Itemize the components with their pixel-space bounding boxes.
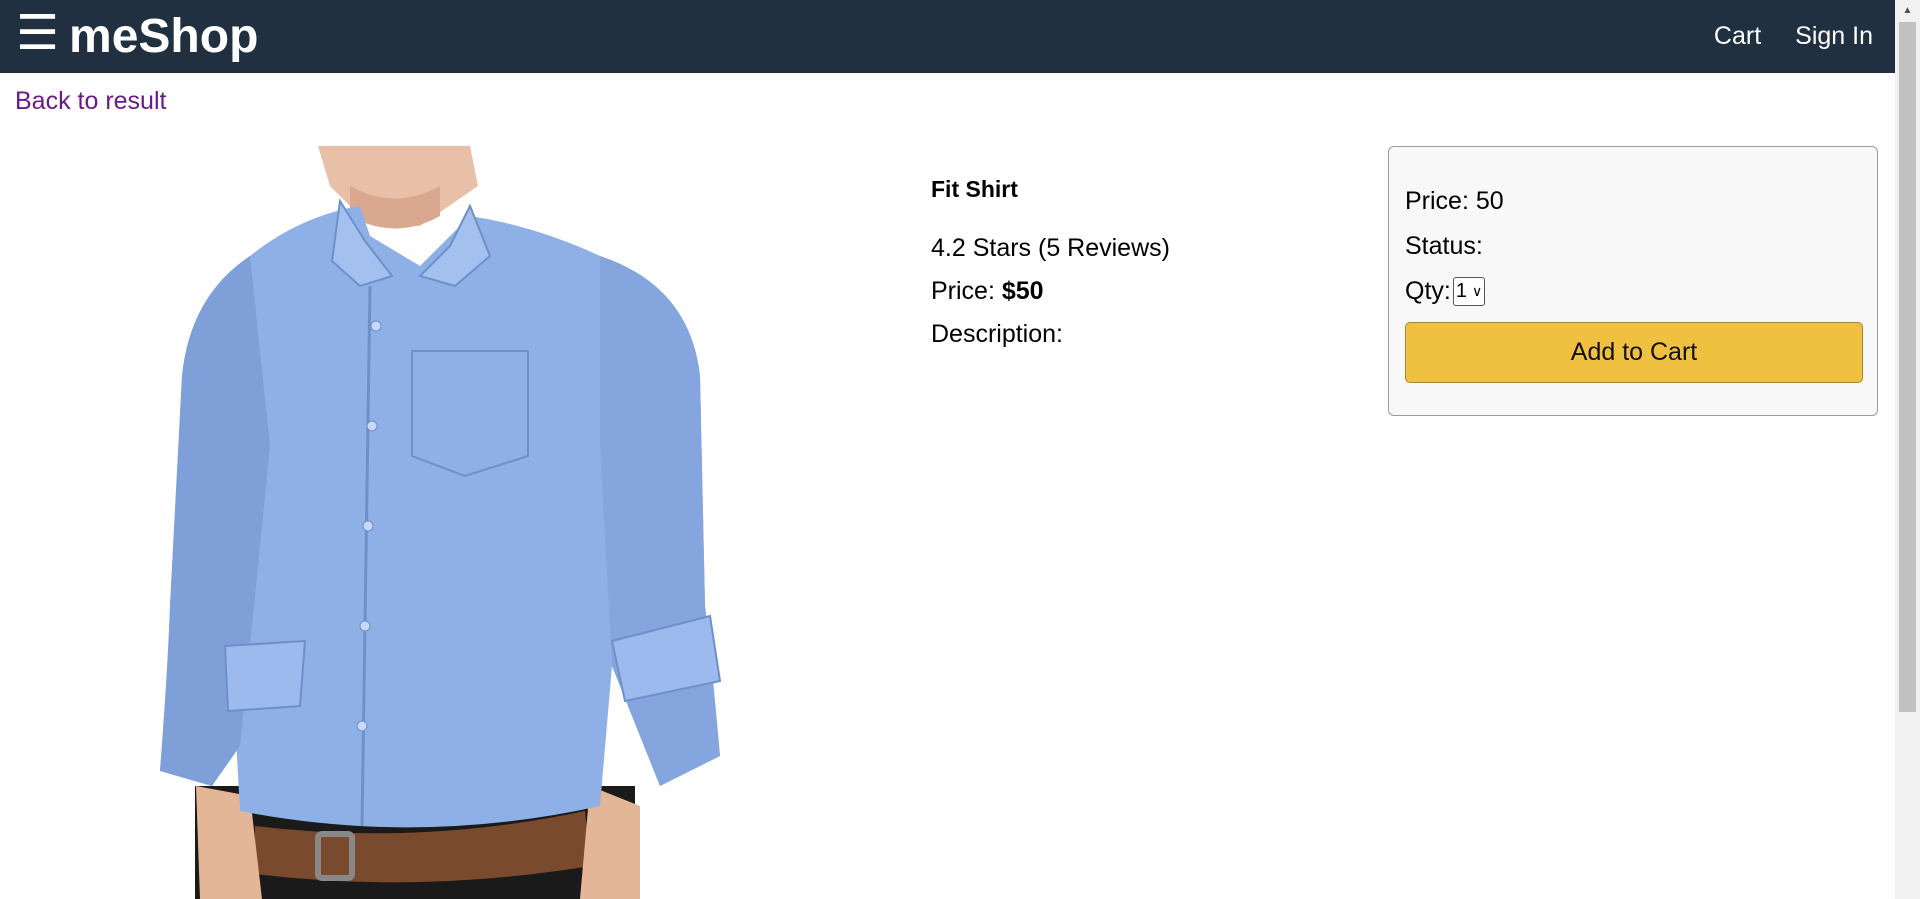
hamburger-menu-icon[interactable]: ☰ bbox=[16, 9, 59, 58]
product-title: Fit Shirt bbox=[931, 176, 1018, 202]
qty-selected-value: 1 bbox=[1455, 280, 1467, 302]
card-status: Status: bbox=[1405, 232, 1483, 260]
qty-select[interactable]: 1 ∨ bbox=[1452, 277, 1486, 306]
product-image bbox=[0, 146, 880, 899]
product-description: Description: bbox=[931, 320, 1063, 348]
back-to-result-link[interactable]: Back to result bbox=[15, 87, 166, 116]
cart-link[interactable]: Cart bbox=[1714, 22, 1761, 51]
scroll-up-arrow-icon[interactable]: ▲ bbox=[1895, 0, 1920, 20]
price-label: Price: bbox=[931, 277, 1002, 305]
product-info: Fit Shirt 4.2 Stars (5 Reviews) Price: $… bbox=[931, 176, 1351, 363]
sign-in-link[interactable]: Sign In bbox=[1795, 22, 1873, 51]
header-links: Cart Sign In bbox=[1680, 22, 1895, 51]
add-to-cart-button[interactable]: Add to Cart bbox=[1405, 322, 1863, 383]
brand-logo-link[interactable]: meShop bbox=[69, 9, 258, 64]
qty-label: Qty: bbox=[1405, 277, 1451, 305]
top-navbar: ☰ meShop Cart Sign In bbox=[0, 0, 1895, 73]
shirt-illustration bbox=[160, 146, 722, 899]
product-price: Price: $50 bbox=[931, 277, 1351, 306]
scrollbar-thumb[interactable] bbox=[1899, 22, 1916, 712]
product-rating: 4.2 Stars (5 Reviews) bbox=[931, 234, 1170, 262]
qty-row: Qty: 1 ∨ bbox=[1405, 277, 1861, 306]
vertical-scrollbar[interactable]: ▲ bbox=[1895, 0, 1920, 899]
brand-area: ☰ meShop bbox=[0, 9, 258, 64]
chevron-down-icon: ∨ bbox=[1471, 283, 1483, 299]
purchase-card: Price: 50 Status: Qty: 1 ∨ Add to Cart bbox=[1388, 146, 1878, 416]
card-price: Price: 50 bbox=[1405, 187, 1504, 215]
price-value: $50 bbox=[1001, 277, 1044, 305]
